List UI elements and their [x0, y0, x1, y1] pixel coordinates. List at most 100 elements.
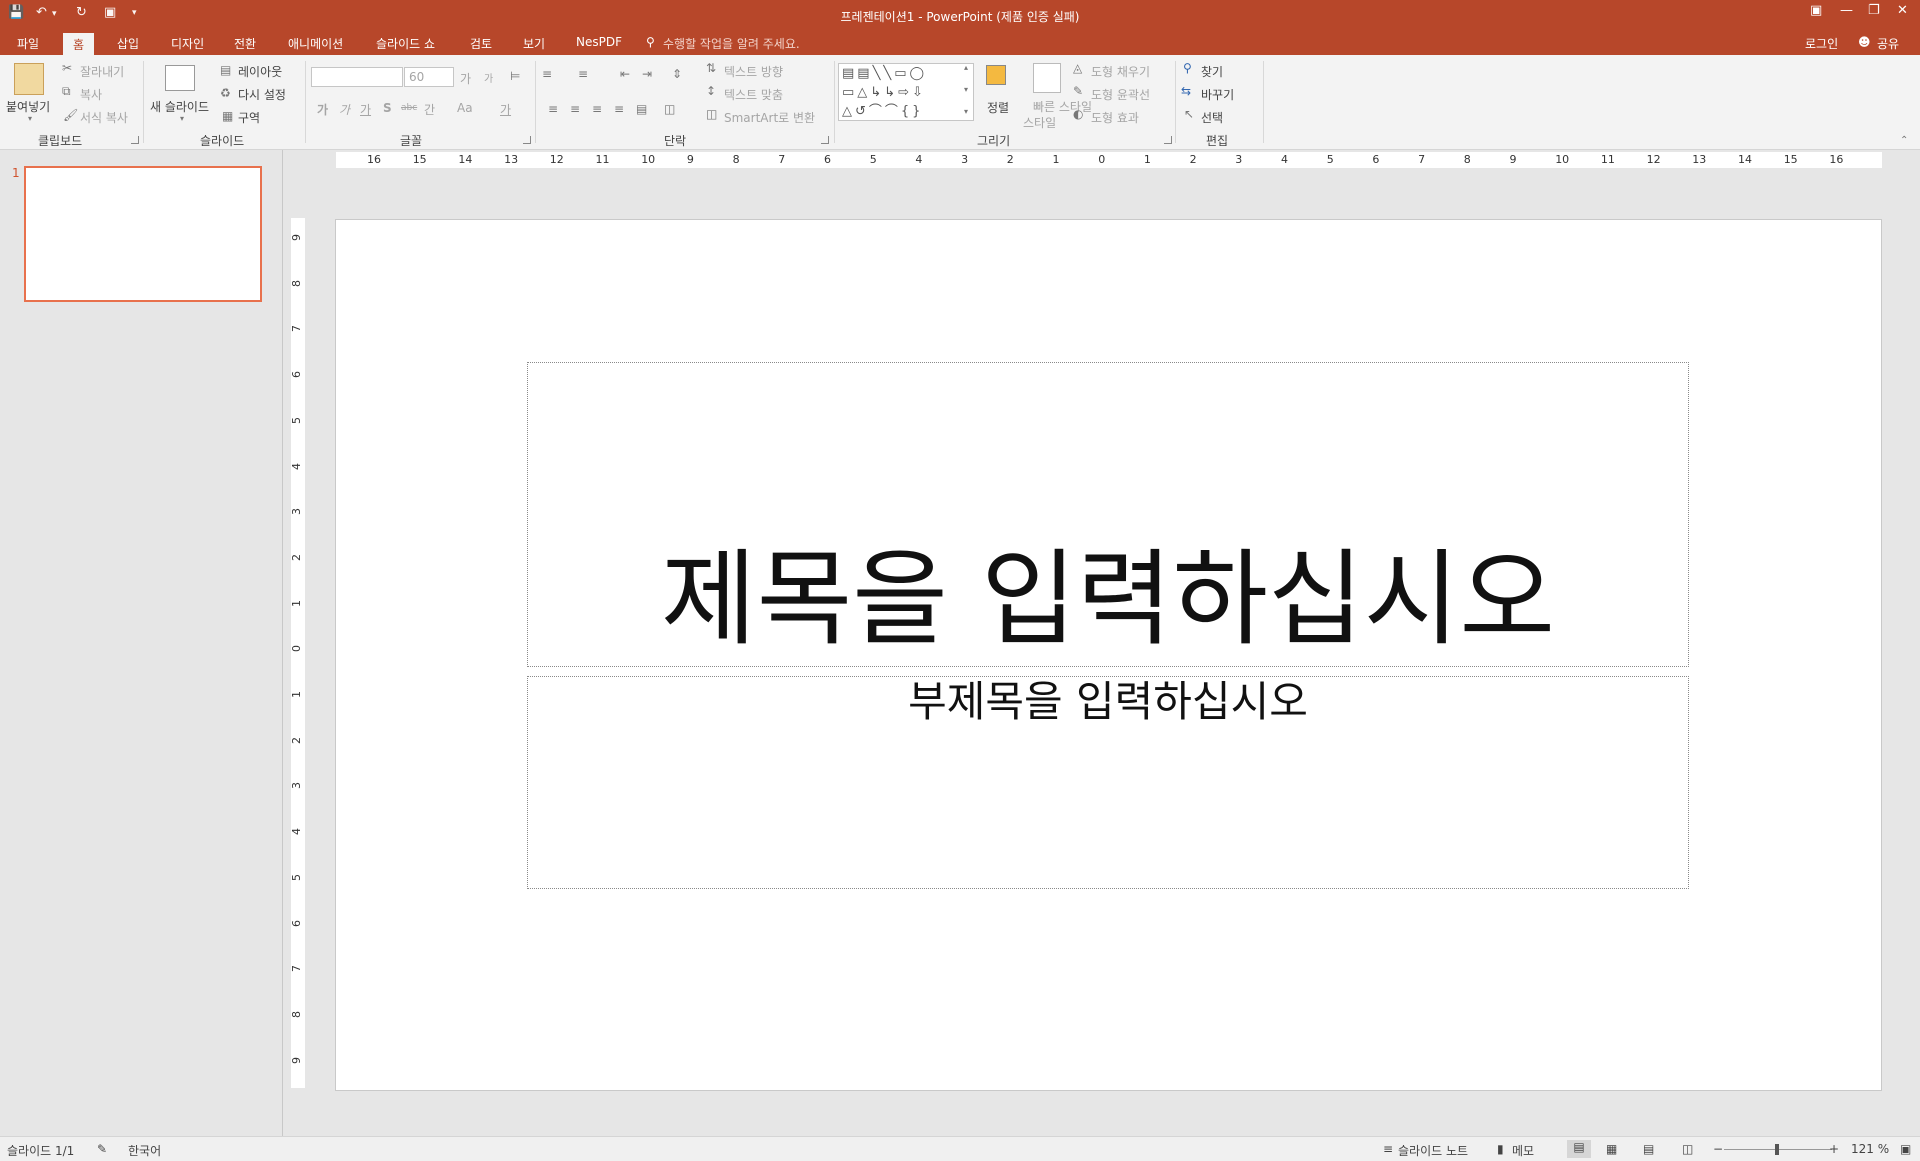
- normal-view-icon[interactable]: ▤: [1567, 1140, 1591, 1158]
- align-text-button[interactable]: 텍스트 맞춤: [724, 86, 783, 103]
- paste-button[interactable]: 붙여넣기: [6, 98, 50, 115]
- gallery-more-icon[interactable]: ▾: [964, 107, 968, 116]
- columns-icon[interactable]: ◫: [664, 102, 675, 116]
- tab-view[interactable]: 보기: [523, 35, 545, 52]
- new-slide-dropdown-icon[interactable]: ▾: [180, 114, 184, 123]
- comments-button[interactable]: 메모: [1512, 1142, 1534, 1159]
- horizontal-ruler[interactable]: 16 15 14 13 12 11 10 9 8 7 6 5 4 3 2 1 0 1 2 3 4 5 6 7 8 9 10 11 12 1…: [336, 152, 1882, 168]
- restore-icon[interactable]: ❐: [1868, 3, 1880, 18]
- notes-icon: ≡: [1383, 1142, 1394, 1156]
- share-button[interactable]: 공유: [1877, 35, 1899, 52]
- tab-transitions[interactable]: 전환: [234, 35, 256, 52]
- layout-button[interactable]: 레이아웃: [238, 63, 282, 80]
- zoom-level[interactable]: 121 %: [1851, 1142, 1889, 1156]
- zoom-in-button[interactable]: +: [1829, 1142, 1839, 1156]
- gallery-up-icon[interactable]: ▴: [964, 63, 968, 72]
- tab-nespdf[interactable]: NesPDF: [576, 35, 622, 49]
- close-icon[interactable]: ✕: [1897, 3, 1908, 18]
- title-placeholder-text[interactable]: 제목을 입력하십시오: [528, 544, 1688, 654]
- smartart-button[interactable]: SmartArt로 변환: [724, 109, 815, 126]
- tab-slideshow[interactable]: 슬라이드 쇼: [376, 35, 435, 52]
- distributed-icon[interactable]: ▤: [636, 102, 647, 116]
- line-spacing-icon[interactable]: ⇕: [672, 67, 682, 81]
- char-spacing-button[interactable]: 간: [424, 101, 435, 118]
- gallery-down-icon[interactable]: ▾: [964, 85, 968, 94]
- increase-indent-icon[interactable]: ⇥: [642, 67, 652, 81]
- tab-review[interactable]: 검토: [470, 35, 492, 52]
- paragraph-launcher-icon[interactable]: [821, 136, 829, 144]
- zoom-out-button[interactable]: −: [1713, 1142, 1723, 1156]
- tab-design[interactable]: 디자인: [171, 35, 204, 52]
- collapse-ribbon-icon[interactable]: ⌃: [1900, 135, 1908, 146]
- underline-button[interactable]: 가: [360, 101, 371, 118]
- spellcheck-icon[interactable]: ✎: [97, 1142, 107, 1156]
- ruler-tick-label: 8: [290, 1010, 303, 1018]
- slide-canvas[interactable]: 제목을 입력하십시오 부제목을 입력하십시오: [335, 219, 1882, 1091]
- fit-to-window-icon[interactable]: ▣: [1900, 1142, 1911, 1156]
- zoom-slider-thumb[interactable]: [1775, 1144, 1779, 1155]
- replace-button[interactable]: 바꾸기: [1201, 86, 1234, 103]
- justify-icon[interactable]: ≡: [614, 102, 624, 116]
- font-name-combo[interactable]: [311, 67, 403, 87]
- quick-styles-icon[interactable]: [1033, 63, 1061, 93]
- language-indicator[interactable]: 한국어: [128, 1142, 161, 1159]
- align-left-icon[interactable]: ≡: [548, 102, 558, 116]
- quick-styles-button-2[interactable]: 스타일: [1023, 114, 1056, 131]
- arrange-button[interactable]: 정렬: [987, 99, 1009, 116]
- bold-button[interactable]: 가: [317, 101, 328, 118]
- shapes-gallery[interactable]: ▤▤╲╲▭◯ ▭△↳↳⇨⇩ △↺⌒⌒{}: [838, 63, 974, 121]
- shape-outline-button[interactable]: 도형 윤곽선: [1091, 86, 1150, 103]
- paste-dropdown-icon[interactable]: ▾: [28, 114, 32, 123]
- notes-button[interactable]: 슬라이드 노트: [1398, 1142, 1468, 1159]
- bullets-icon[interactable]: ≡: [542, 67, 552, 81]
- font-size-combo[interactable]: 60: [404, 67, 454, 87]
- drawing-launcher-icon[interactable]: [1164, 136, 1172, 144]
- vertical-ruler[interactable]: 9 8 7 6 5 4 3 2 1 0 1 2 3 4 5 6 7 8 9: [290, 218, 305, 1088]
- text-direction-icon: ⇅: [706, 61, 717, 75]
- copy-button[interactable]: 복사: [80, 86, 102, 103]
- cut-button[interactable]: 잘라내기: [80, 63, 124, 80]
- tab-file[interactable]: 파일: [17, 35, 39, 52]
- new-slide-icon[interactable]: [165, 65, 195, 91]
- numbering-icon[interactable]: ≡: [578, 67, 588, 81]
- shrink-font-button[interactable]: 가: [484, 70, 493, 85]
- tab-insert[interactable]: 삽입: [117, 35, 139, 52]
- minimize-icon[interactable]: —: [1840, 3, 1853, 18]
- ribbon-display-icon[interactable]: ▣: [1810, 3, 1822, 18]
- shape-effects-button[interactable]: 도형 효과: [1091, 109, 1139, 126]
- new-slide-button[interactable]: 새 슬라이드: [150, 98, 209, 115]
- clipboard-launcher-icon[interactable]: [131, 136, 139, 144]
- font-launcher-icon[interactable]: [523, 136, 531, 144]
- text-direction-button[interactable]: 텍스트 방향: [724, 63, 783, 80]
- subtitle-placeholder-text[interactable]: 부제목을 입력하십시오: [528, 679, 1688, 725]
- font-color-button[interactable]: 가: [500, 101, 511, 118]
- change-case-button[interactable]: Aa: [457, 101, 473, 115]
- tab-animations[interactable]: 애니메이션: [288, 35, 343, 52]
- format-painter-button[interactable]: 서식 복사: [80, 109, 128, 126]
- slide-thumbnail[interactable]: [24, 166, 262, 302]
- slide-sorter-icon[interactable]: ▦: [1606, 1142, 1617, 1156]
- align-center-icon[interactable]: ≡: [570, 102, 580, 116]
- grow-font-button[interactable]: 가: [460, 70, 471, 87]
- reading-view-icon[interactable]: ▤: [1643, 1142, 1654, 1156]
- title-placeholder[interactable]: 제목을 입력하십시오: [527, 362, 1689, 667]
- arrange-icon[interactable]: [986, 65, 1006, 85]
- select-button[interactable]: 선택: [1201, 109, 1223, 126]
- tell-me-box[interactable]: 수행할 작업을 알려 주세요.: [663, 35, 800, 52]
- section-button[interactable]: 구역: [238, 109, 260, 126]
- find-button[interactable]: 찾기: [1201, 63, 1223, 80]
- ruler-tick-label: 9: [290, 234, 303, 241]
- tab-home[interactable]: 홈: [63, 33, 95, 55]
- decrease-indent-icon[interactable]: ⇤: [620, 67, 630, 81]
- subtitle-placeholder[interactable]: 부제목을 입력하십시오: [527, 676, 1689, 889]
- italic-button[interactable]: 가: [339, 101, 350, 118]
- shape-fill-button[interactable]: 도형 채우기: [1091, 63, 1150, 80]
- strikethrough-button[interactable]: abc: [401, 103, 417, 113]
- shadow-button[interactable]: S: [383, 101, 392, 115]
- align-right-icon[interactable]: ≡: [592, 102, 602, 116]
- slideshow-icon[interactable]: ◫: [1682, 1142, 1693, 1156]
- login-link[interactable]: 로그인: [1805, 35, 1838, 52]
- clipboard-icon[interactable]: [14, 63, 44, 95]
- reset-button[interactable]: 다시 설정: [238, 86, 286, 103]
- clear-format-icon[interactable]: ⊨: [510, 69, 520, 83]
